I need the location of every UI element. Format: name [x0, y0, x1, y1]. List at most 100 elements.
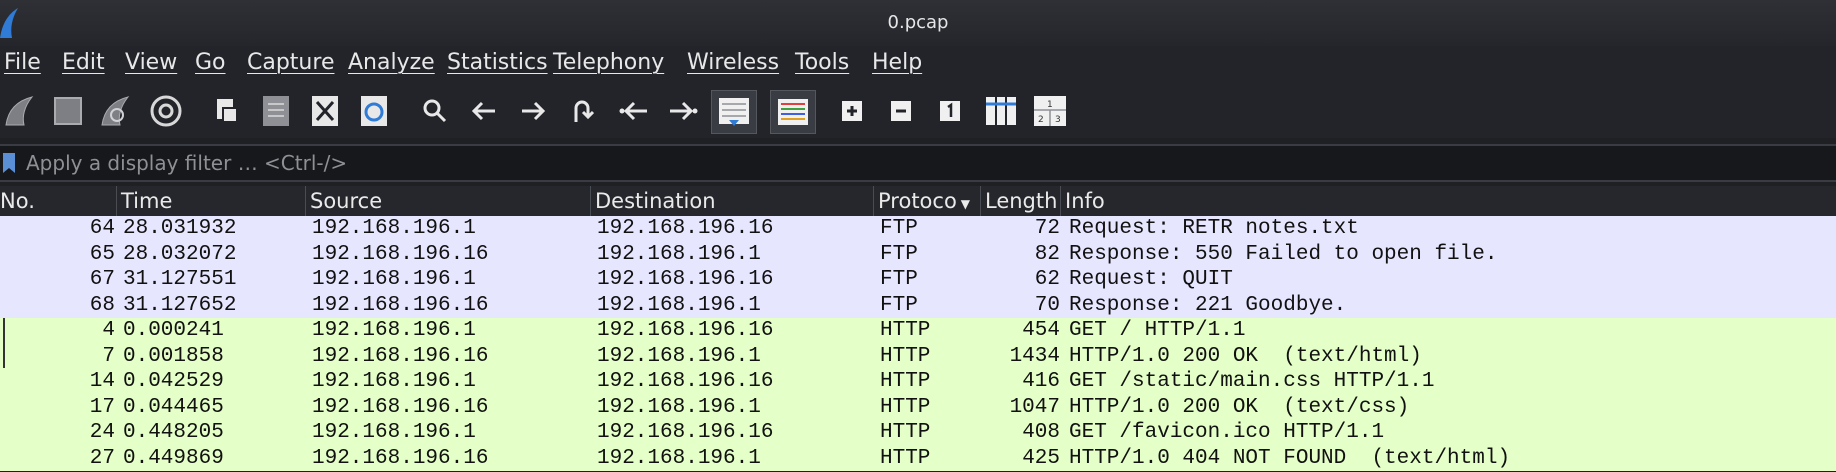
- cell-length: 62: [1034, 268, 1060, 291]
- cell-time: 31.127652: [123, 293, 237, 317]
- cell-length: 82: [1034, 242, 1060, 266]
- menu-statistics[interactable]: Statistics: [447, 50, 548, 75]
- cell-protocol: FTP: [880, 217, 918, 240]
- cell-length: 416: [1022, 370, 1060, 393]
- save-file-icon[interactable]: [256, 90, 296, 132]
- layout-icon[interactable]: 12 3: [1030, 90, 1070, 132]
- column-protocol[interactable]: Protoco ▼: [874, 186, 981, 216]
- packet-row[interactable]: 24 0.448205 192.168.196.1 192.168.196.16…: [0, 420, 1836, 446]
- cell-time: 28.032072: [123, 242, 237, 266]
- cell-destination: 192.168.196.1: [597, 293, 761, 317]
- column-source[interactable]: Source: [306, 186, 591, 216]
- cell-info: Request: RETR notes.txt: [1069, 217, 1359, 240]
- cell-destination: 192.168.196.16: [597, 370, 774, 393]
- go-forward-icon[interactable]: [513, 90, 553, 132]
- display-filter-bar: [0, 144, 1836, 182]
- resize-columns-icon[interactable]: [981, 90, 1021, 132]
- find-packet-icon[interactable]: [415, 90, 455, 132]
- column-info[interactable]: Info: [1061, 186, 1836, 216]
- svg-text:1: 1: [1047, 100, 1053, 110]
- cell-time: 0.449869: [123, 446, 224, 470]
- cell-time: 0.044465: [123, 395, 224, 419]
- cell-length: 408: [1022, 421, 1060, 444]
- cell-destination: 192.168.196.16: [597, 319, 774, 342]
- menu-edit[interactable]: Edit: [62, 50, 105, 75]
- menu-view[interactable]: View: [125, 50, 177, 75]
- menu-go[interactable]: Go: [195, 50, 226, 75]
- menu-tools[interactable]: Tools: [795, 50, 849, 75]
- close-file-icon[interactable]: [305, 90, 345, 132]
- menu-help[interactable]: Help: [872, 50, 922, 75]
- cell-info: GET / HTTP/1.1: [1069, 319, 1246, 342]
- packet-row[interactable]: 14 0.042529 192.168.196.1 192.168.196.16…: [0, 369, 1836, 395]
- column-protocol-label: Protoco: [878, 189, 957, 213]
- column-time[interactable]: Time: [117, 186, 306, 216]
- cell-no: 24: [89, 421, 115, 444]
- packet-row[interactable]: 27 0.449869 192.168.196.16 192.168.196.1…: [0, 445, 1836, 471]
- svg-text:2: 2: [1038, 115, 1044, 125]
- packet-row[interactable]: 4 0.000241 192.168.196.1 192.168.196.16 …: [0, 318, 1836, 344]
- packet-row[interactable]: 7 0.001858 192.168.196.16 192.168.196.1 …: [0, 343, 1836, 369]
- cell-info: Request: QUIT: [1069, 268, 1233, 291]
- column-length[interactable]: Length: [981, 186, 1061, 216]
- autoscroll-icon[interactable]: [711, 90, 757, 134]
- menu-analyze[interactable]: Analyze: [348, 50, 435, 75]
- column-no[interactable]: No.: [0, 186, 117, 216]
- start-capture-icon[interactable]: [0, 90, 40, 132]
- menu-wireless[interactable]: Wireless: [687, 50, 779, 75]
- cell-protocol: HTTP: [880, 446, 931, 470]
- packet-row[interactable]: 68 31.127652 192.168.196.16 192.168.196.…: [0, 292, 1836, 318]
- cell-no: 65: [89, 242, 115, 266]
- cell-no: 17: [89, 395, 115, 419]
- cell-destination: 192.168.196.1: [597, 344, 761, 368]
- last-packet-icon[interactable]: [663, 90, 703, 132]
- reload-file-icon[interactable]: [354, 90, 394, 132]
- go-back-icon[interactable]: [464, 90, 504, 132]
- open-file-icon[interactable]: [207, 90, 247, 132]
- colorize-icon[interactable]: [770, 90, 816, 134]
- packet-row[interactable]: 65 28.032072 192.168.196.16 192.168.196.…: [0, 241, 1836, 267]
- menu-telephony[interactable]: Telephony: [553, 50, 664, 75]
- cell-no: 4: [102, 319, 115, 342]
- cell-info: Response: 550 Failed to open file.: [1069, 242, 1498, 266]
- cell-protocol: FTP: [880, 268, 918, 291]
- stop-capture-icon[interactable]: [48, 90, 88, 132]
- cell-time: 28.031932: [123, 217, 237, 240]
- cell-time: 0.000241: [123, 319, 224, 342]
- cell-destination: 192.168.196.1: [597, 242, 761, 266]
- zoom-in-icon[interactable]: [832, 90, 872, 132]
- cell-destination: 192.168.196.16: [597, 268, 774, 291]
- cell-protocol: HTTP: [880, 319, 931, 342]
- menu-capture[interactable]: Capture: [247, 50, 334, 75]
- cell-time: 0.001858: [123, 344, 224, 368]
- cell-no: 7: [102, 344, 115, 368]
- first-packet-icon[interactable]: [614, 90, 654, 132]
- cell-source: 192.168.196.16: [312, 395, 489, 419]
- cell-no: 27: [89, 446, 115, 470]
- packet-row[interactable]: 64 28.031932 192.168.196.1 192.168.196.1…: [0, 216, 1836, 242]
- cell-length: 1434: [1009, 344, 1060, 368]
- menu-file[interactable]: File: [4, 50, 41, 75]
- cell-destination: 192.168.196.16: [597, 217, 774, 240]
- cell-source: 192.168.196.16: [312, 446, 489, 470]
- cell-protocol: HTTP: [880, 395, 931, 419]
- cell-info: GET /static/main.css HTTP/1.1: [1069, 370, 1435, 393]
- packet-list: 64 28.031932 192.168.196.1 192.168.196.1…: [0, 216, 1836, 472]
- bookmark-icon[interactable]: [2, 152, 16, 178]
- packet-row[interactable]: 17 0.044465 192.168.196.16 192.168.196.1…: [0, 394, 1836, 420]
- normal-size-icon[interactable]: [930, 90, 970, 132]
- go-to-packet-icon[interactable]: [562, 90, 602, 132]
- zoom-out-icon[interactable]: [881, 90, 921, 132]
- cell-protocol: HTTP: [880, 421, 931, 444]
- cell-source: 192.168.196.16: [312, 293, 489, 317]
- cell-protocol: FTP: [880, 242, 918, 266]
- cell-length: 72: [1034, 217, 1060, 240]
- cell-source: 192.168.196.1: [312, 268, 476, 291]
- capture-options-icon[interactable]: [146, 90, 186, 132]
- column-destination[interactable]: Destination: [591, 186, 874, 216]
- cell-destination: 192.168.196.16: [597, 421, 774, 444]
- packet-row[interactable]: 67 31.127551 192.168.196.1 192.168.196.1…: [0, 267, 1836, 293]
- restart-capture-icon[interactable]: [97, 90, 137, 132]
- cell-protocol: HTTP: [880, 344, 931, 368]
- display-filter-input[interactable]: [20, 146, 1832, 180]
